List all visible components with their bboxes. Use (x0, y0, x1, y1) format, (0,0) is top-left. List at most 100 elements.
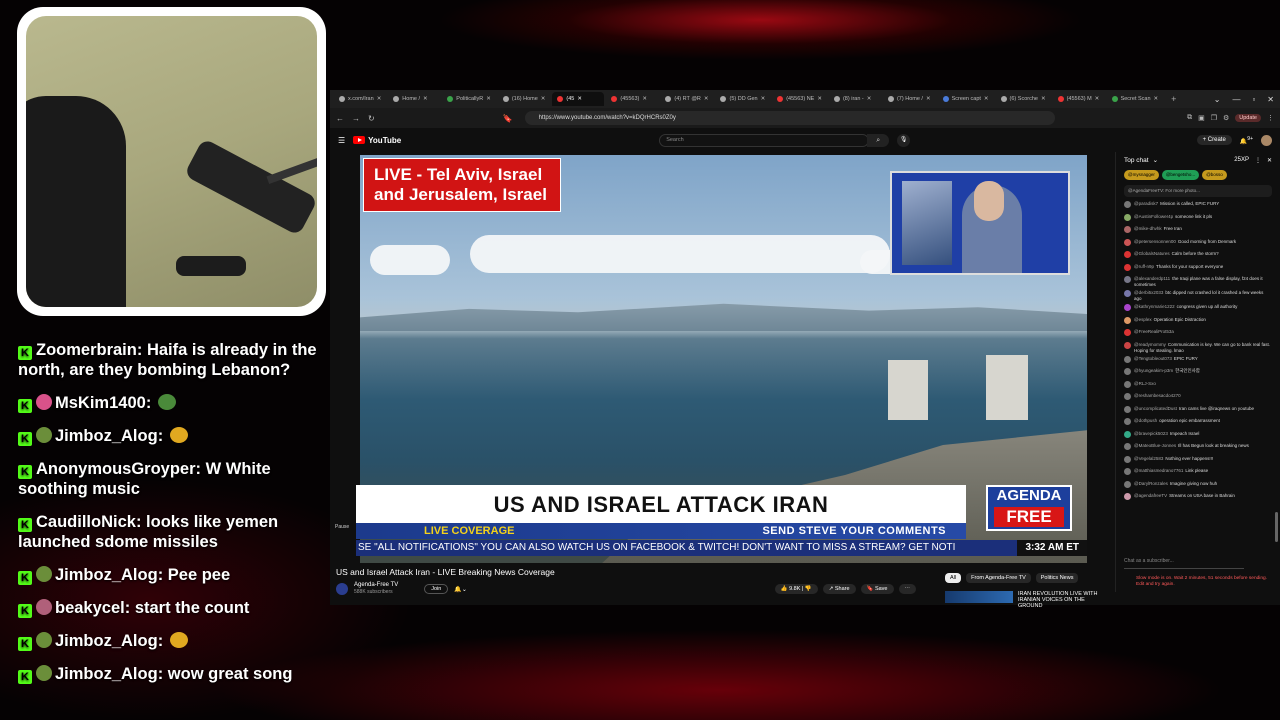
chat-author[interactable]: @DarylRonzales (1134, 481, 1168, 486)
extension-icon[interactable]: ▣ (1198, 114, 1205, 122)
close-tab-icon[interactable]: ✕ (541, 96, 546, 102)
chat-message[interactable]: @Vegelal2583 Nothing ever happens!!! (1116, 455, 1280, 468)
chat-message[interactable]: @dothpush operation epic embarrassment (1116, 417, 1280, 430)
channel-info[interactable]: Agenda-Free TV 588K subscribers (354, 582, 398, 596)
forward-icon[interactable]: → (352, 114, 360, 123)
close-tab-icon[interactable]: ✕ (867, 96, 872, 102)
chat-message[interactable]: @kathrynmarie1222 congress given up all a… (1116, 303, 1280, 316)
chat-message[interactable]: @DarylRonzales Imagine giving now huh (1116, 480, 1280, 493)
extension-icon[interactable]: ⚙ (1223, 114, 1229, 122)
chat-author[interactable]: @alexanderdp111 (1134, 276, 1170, 281)
recommended-title[interactable]: IRAN REVOLUTION LIVE WITH IRANIAN VOICES… (1018, 591, 1098, 609)
close-tab-icon[interactable]: ✕ (984, 96, 989, 102)
browser-tab[interactable]: (6) Scorche ✕ (996, 92, 1051, 106)
chat-message[interactable]: @agendafreeTV Streams on USA base in Bahr… (1116, 492, 1280, 505)
chevron-down-icon[interactable]: ⌄ (1214, 95, 1221, 104)
chat-author[interactable]: @GlobalsNatures (1134, 251, 1170, 256)
share-button[interactable]: ↗ Share (822, 584, 856, 594)
chat-author[interactable]: @agendafreeTV (1134, 493, 1167, 498)
chat-message[interactable]: @Tengtobleout073 EPIC FURY (1116, 355, 1280, 368)
bell-icon[interactable]: 🔔9+ (1240, 136, 1253, 145)
chat-author[interactable]: @Vegelal2583 (1134, 456, 1163, 461)
chat-author[interactable]: @RLJ-Sxo (1134, 381, 1156, 386)
chat-author[interactable]: @AustinFollower4p (1134, 214, 1173, 219)
chat-author[interactable]: @hyungeakim-p3m (1134, 368, 1173, 373)
chat-message[interactable]: @GlobalsNatures Calm before the storm? (1116, 250, 1280, 263)
bell-icon[interactable]: 🔔⌄ (454, 586, 467, 593)
browser-tab[interactable]: (4) RT @R ✕ (660, 92, 713, 106)
chat-message[interactable]: @petersensonnen00 Good morning from Denma… (1116, 238, 1280, 251)
chat-author[interactable]: @reshambesacdo4270 (1134, 393, 1181, 398)
chat-message[interactable]: @readymommy Communication is key. We can … (1116, 341, 1280, 355)
supporter-chip[interactable]: @mysnagger (1124, 170, 1159, 180)
channel-name[interactable]: Agenda-Free TV (354, 582, 398, 588)
create-button[interactable]: + Create (1196, 135, 1232, 145)
browser-tab[interactable]: (5) DD Gen ✕ (715, 92, 770, 106)
filter-chip[interactable]: All (945, 573, 962, 583)
close-tab-icon[interactable]: ✕ (1095, 96, 1100, 102)
search-input[interactable]: Search (659, 133, 870, 147)
browser-tab[interactable]: (45563) ✕ (606, 92, 658, 106)
chat-scrollbar[interactable] (1275, 512, 1278, 542)
update-button[interactable]: Update (1235, 114, 1261, 122)
close-tab-icon[interactable]: ✕ (642, 96, 647, 102)
chat-author[interactable]: @esplex (1134, 317, 1152, 322)
recommended-video[interactable]: IRAN REVOLUTION LIVE WITH IRANIAN VOICES… (945, 591, 1098, 609)
chat-message[interactable]: @mike-dhvhk Free Iran (1116, 225, 1280, 238)
supporter-chip[interactable]: @bosso (1202, 170, 1227, 180)
close-tab-icon[interactable]: ✕ (926, 96, 931, 102)
chat-author[interactable]: @Tengtobleout073 (1134, 356, 1172, 361)
more-icon[interactable]: ⋮ (1255, 157, 1261, 164)
join-button[interactable]: Join (424, 584, 449, 594)
chat-message[interactable]: @ruff-n9p Thanks for your support everyon… (1116, 263, 1280, 276)
bookmark-icon[interactable]: 🔖 (503, 114, 513, 123)
browser-tab[interactable]: (45 ✕ (552, 92, 605, 106)
chat-message-list[interactable]: @paradisk7 Mission is called, EPIC FURY @A… (1116, 200, 1280, 505)
browser-tab[interactable]: Screen capt ✕ (938, 92, 994, 106)
browser-tab[interactable]: Secret Scan ✕ (1107, 92, 1164, 106)
chat-author[interactable]: @ruff-n9p (1134, 264, 1154, 269)
browser-tab[interactable]: (45563) NE ✕ (772, 92, 827, 106)
menu-icon[interactable]: ⋮ (1267, 114, 1274, 122)
filter-chip[interactable]: Politics News (1035, 573, 1079, 583)
chat-message[interactable]: @esplex Operation Epic Distraction (1116, 316, 1280, 329)
recommended-thumbnail[interactable] (945, 591, 1013, 603)
close-tab-icon[interactable]: ✕ (761, 96, 766, 102)
chat-message[interactable]: @paradisk7 Mission is called, EPIC FURY (1116, 200, 1280, 213)
chat-message[interactable]: @matthiasmedrano7761 Link please (1116, 467, 1280, 480)
chat-author[interactable]: @dothpush (1134, 418, 1157, 423)
chat-author[interactable]: @derbi5x2033 (1134, 290, 1163, 295)
chat-author[interactable]: @FreeRealiProt53a (1134, 329, 1174, 334)
close-tab-icon[interactable]: ✕ (817, 96, 822, 102)
youtube-logo[interactable]: YouTube (353, 136, 401, 145)
chat-message[interactable]: @bravepick5023 Impeach Israel (1116, 430, 1280, 443)
chevron-down-icon[interactable]: ⌄ (1153, 156, 1158, 164)
channel-avatar[interactable] (336, 583, 348, 595)
browser-tab[interactable]: (16) Home ✕ (498, 92, 551, 106)
mic-icon[interactable]: 🎙 (897, 133, 911, 147)
pinned-message[interactable]: @AgendaFreeTV: For more photo... (1124, 185, 1272, 197)
chat-message[interactable]: @uncomplicatedDust Iran cams live @iraqne… (1116, 405, 1280, 418)
browser-tab[interactable]: (7) Home / ✕ (883, 92, 936, 106)
reload-icon[interactable]: ↻ (368, 114, 375, 123)
browser-tab[interactable]: PoliticallyR ✕ (442, 92, 496, 106)
minimize-button[interactable]: — (1232, 95, 1240, 104)
hamburger-icon[interactable]: ☰ (338, 136, 345, 145)
like-button[interactable]: 👍 9.8K | 👎 (774, 584, 818, 594)
chat-author[interactable]: @paradisk7 (1134, 201, 1158, 206)
close-tab-icon[interactable]: ✕ (486, 96, 491, 102)
close-tab-icon[interactable]: ✕ (577, 96, 582, 102)
more-actions-button[interactable]: ⋯ (898, 584, 916, 594)
chat-author[interactable]: @readymommy (1134, 342, 1166, 347)
close-window-button[interactable]: ✕ (1267, 95, 1274, 104)
chat-message[interactable]: @MateoBlue-Jonnes Ill has Begun look at b… (1116, 442, 1280, 455)
chat-message[interactable]: @reshambesacdo4270 (1116, 392, 1280, 405)
maximize-button[interactable]: ▫ (1252, 95, 1255, 104)
chat-message[interactable]: @alexanderdp111 the Iraqi plane was a fal… (1116, 275, 1280, 289)
new-tab-button[interactable]: + (1165, 94, 1182, 104)
url-field[interactable]: https://www.youtube.com/watch?v=kDQrHCRs… (524, 111, 1055, 125)
chat-message[interactable]: @RLJ-Sxo (1116, 380, 1280, 393)
close-tab-icon[interactable]: ✕ (704, 96, 709, 102)
save-button[interactable]: 🔖 Save (860, 584, 894, 594)
chat-author[interactable]: @uncomplicatedDust (1134, 406, 1177, 411)
